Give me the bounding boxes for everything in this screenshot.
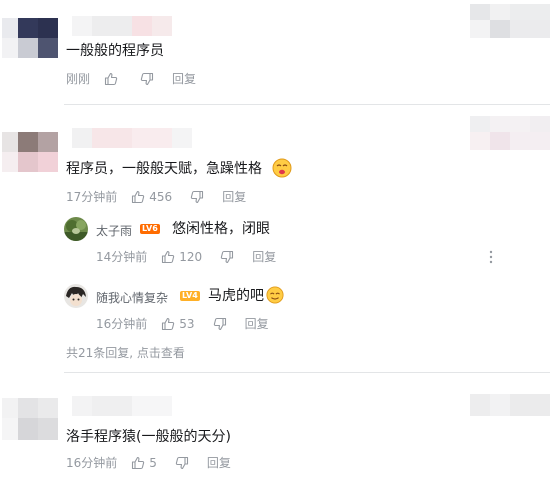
- dislike-button[interactable]: [220, 250, 234, 264]
- reply-text: 马虎的吧: [208, 288, 264, 304]
- reply-button[interactable]: 回复: [245, 317, 269, 331]
- thumbs-down-icon: [190, 190, 204, 204]
- thumbs-up-icon: [104, 72, 118, 86]
- emoji-icon: [266, 286, 284, 304]
- reply-time: 16分钟前: [96, 317, 148, 331]
- blurred-image-3: [470, 394, 550, 416]
- avatar-2[interactable]: [2, 118, 62, 174]
- blurred-image-1: [470, 4, 550, 38]
- dislike-button[interactable]: [213, 317, 227, 331]
- comment-time: 16分钟前: [66, 456, 118, 470]
- view-more-replies-link[interactable]: 共21条回复, 点击查看: [66, 344, 185, 361]
- username-blurred-3[interactable]: [62, 396, 182, 416]
- like-button[interactable]: 456: [131, 190, 172, 204]
- avatar-1[interactable]: [2, 4, 62, 60]
- reply-button[interactable]: 回复: [252, 250, 276, 264]
- divider: [64, 372, 550, 373]
- like-button[interactable]: 120: [161, 250, 202, 264]
- comment-text: 程序员，一般般天赋，急躁性格: [66, 161, 262, 177]
- thumbs-down-icon: [213, 317, 226, 331]
- like-count: 5: [149, 456, 157, 470]
- more-dots-icon[interactable]: [488, 250, 494, 264]
- reply-username[interactable]: 太子雨: [96, 222, 132, 239]
- reply-button[interactable]: 回复: [172, 72, 196, 86]
- thumbs-down-icon: [140, 72, 154, 86]
- reply-meta: 16分钟前 53 回复: [96, 317, 287, 331]
- comment-text: 洛手程序猿(一般般的天分): [66, 429, 231, 445]
- thumbs-down-icon: [220, 250, 234, 264]
- reply-username[interactable]: 随我心情复杂: [96, 289, 168, 306]
- thumbs-up-icon: [132, 190, 145, 204]
- thumbs-up-icon: [162, 250, 175, 264]
- dislike-button[interactable]: [190, 190, 204, 204]
- like-count: 53: [179, 317, 195, 331]
- comment-meta: 17分钟前 456 回复: [66, 190, 264, 204]
- avatar[interactable]: [64, 284, 88, 308]
- like-count: 120: [179, 250, 203, 264]
- reply-button[interactable]: 回复: [222, 190, 246, 204]
- reply-time: 14分钟前: [96, 250, 148, 264]
- like-button[interactable]: 53: [161, 317, 195, 331]
- like-button[interactable]: [104, 72, 122, 86]
- dislike-button[interactable]: [175, 456, 189, 470]
- username-blurred-1[interactable]: [62, 16, 192, 36]
- thumbs-up-icon: [132, 456, 145, 470]
- like-count: 456: [149, 190, 173, 204]
- reply-text: 悠闲性格，闭眼: [172, 221, 270, 237]
- emoji-icon: [272, 158, 292, 178]
- avatar-3[interactable]: [2, 384, 62, 444]
- dislike-button[interactable]: [140, 72, 154, 86]
- level-badge: LV6: [140, 224, 160, 234]
- reply-button[interactable]: 回复: [207, 456, 231, 470]
- blurred-image-2: [470, 116, 550, 150]
- comment-time: 刚刚: [66, 72, 91, 86]
- avatar[interactable]: [64, 217, 88, 241]
- reply-meta: 14分钟前 120 回复: [96, 250, 294, 264]
- comment-meta: 刚刚 回复: [66, 72, 214, 86]
- comment-meta: 16分钟前 5 回复: [66, 456, 249, 470]
- thumbs-up-icon: [162, 317, 175, 331]
- username-blurred-2[interactable]: [62, 128, 202, 148]
- comment-time: 17分钟前: [66, 190, 118, 204]
- level-badge: LV4: [180, 291, 200, 301]
- divider: [64, 104, 550, 105]
- comment-text: 一般般的程序员: [66, 43, 164, 59]
- like-button[interactable]: 5: [131, 456, 157, 470]
- thumbs-down-icon: [175, 456, 188, 470]
